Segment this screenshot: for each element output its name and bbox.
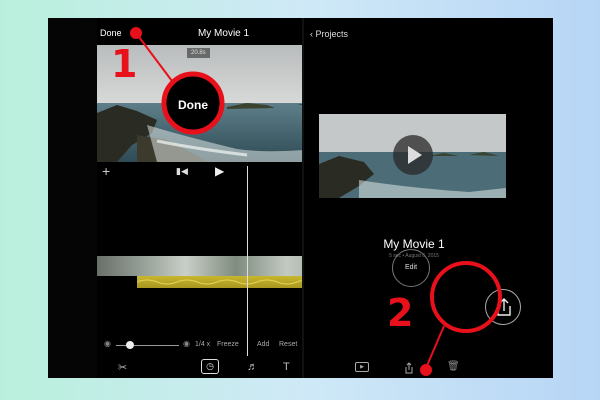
step-1-marker: 1 xyxy=(111,42,138,86)
step-2-marker: 2 xyxy=(387,291,414,335)
done-callout-label: Done xyxy=(178,98,208,112)
annotation-overlay xyxy=(130,27,502,376)
